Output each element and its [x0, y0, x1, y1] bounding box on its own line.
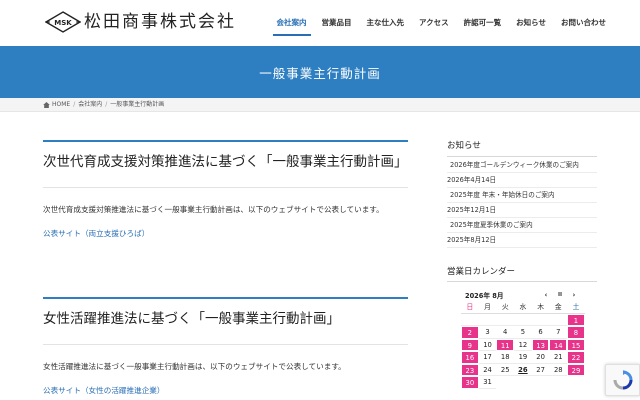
- calendar-empty-cell: [478, 314, 497, 326]
- news-item-date: 2025年8月12日: [447, 233, 597, 248]
- calendar-day: 25: [496, 364, 515, 376]
- weekday-label: 土: [567, 301, 585, 314]
- site-header: MSK 松田商事株式会社 会社案内 営業品目 主な仕入先 アクセス 許認可一覧 …: [0, 0, 640, 46]
- section-top-rule: [43, 297, 408, 299]
- main-nav: 会社案内 営業品目 主な仕入先 アクセス 許認可一覧 お知らせ お問い合わせ: [262, 0, 606, 46]
- weekday-label: 月: [478, 301, 497, 314]
- nav-item-news[interactable]: お知らせ: [516, 0, 546, 46]
- calendar-day: 31: [478, 376, 497, 389]
- recaptcha-badge[interactable]: [605, 364, 640, 396]
- site-logo[interactable]: MSK 松田商事株式会社: [45, 11, 236, 33]
- breadcrumb-parent[interactable]: 会社案内: [78, 98, 102, 112]
- section-top-rule: [43, 140, 408, 142]
- weekday-label: 日: [461, 301, 479, 314]
- calendar-prev-button[interactable]: ‹: [539, 291, 553, 299]
- publication-site-link[interactable]: 公表サイト（女性の活躍推進企業）: [43, 385, 408, 396]
- calendar-day: 12: [514, 339, 532, 351]
- calendar-day: 7: [549, 326, 568, 339]
- page-title: 一般事業主行動計画: [259, 65, 381, 81]
- recaptcha-icon: [613, 370, 632, 390]
- section-divider: [43, 187, 408, 188]
- nav-item-licenses[interactable]: 許認可一覧: [464, 0, 502, 46]
- calendar-day: 29: [567, 363, 585, 376]
- weekday-label: 金: [549, 301, 568, 314]
- section-next-generation: 次世代育成支援対策推進法に基づく「一般事業主行動計画」 次世代育成支援対策推進法…: [43, 140, 408, 239]
- breadcrumb-current: 一般事業主行動計画: [110, 100, 165, 108]
- home-icon: [43, 101, 50, 108]
- news-list: 2026年度ゴールデンウィーク休業のご案内 2026年4月14日 2025年度 …: [447, 158, 597, 248]
- logo-mark-text: MSK: [54, 19, 72, 27]
- weekday-label: 火: [496, 301, 515, 314]
- nav-item-company[interactable]: 会社案内: [272, 0, 311, 46]
- calendar-empty-cell: [514, 314, 532, 326]
- calendar-day: 27: [531, 364, 550, 376]
- news-item-date: 2026年4月14日: [447, 173, 597, 188]
- news-item-date: 2025年12月1日: [447, 203, 597, 218]
- calendar-day: 16: [461, 351, 479, 364]
- calendar-day: 17: [478, 351, 497, 364]
- calendar-day: 11: [496, 338, 515, 351]
- nav-item-suppliers[interactable]: 主な仕入先: [367, 0, 405, 46]
- calendar-day: 5: [514, 326, 532, 339]
- calendar-day: 23: [461, 363, 479, 376]
- news-item-title[interactable]: 2026年度ゴールデンウィーク休業のご案内: [447, 158, 597, 173]
- section-text: 女性活躍推進法に基づく一般事業主行動計画は、以下のウェブサイトで公表しています。: [43, 362, 346, 371]
- calendar-day: 19: [514, 351, 532, 364]
- calendar-day: 6: [531, 326, 550, 339]
- calendar-day: 28: [549, 364, 568, 376]
- news-heading: お知らせ: [447, 141, 481, 151]
- calendar-day: 18: [496, 351, 515, 364]
- calendar-empty-cell: [549, 314, 568, 326]
- breadcrumb-separator: /: [105, 100, 108, 108]
- breadcrumb-separator: /: [73, 100, 76, 108]
- calendar-day: 14: [549, 338, 568, 351]
- calendar-day: 21: [549, 351, 568, 364]
- calendar-day: 4: [496, 326, 515, 339]
- nav-item-access[interactable]: アクセス: [419, 0, 449, 46]
- section-title: 次世代育成支援対策推進法に基づく「一般事業主行動計画」: [43, 154, 408, 170]
- calendar-empty-cell: [496, 314, 515, 326]
- calendar-empty-cell: [531, 314, 550, 326]
- calendar-day: 22: [567, 351, 585, 364]
- publication-site-link[interactable]: 公表サイト（両立支援ひろば）: [43, 228, 408, 239]
- news-item-title[interactable]: 2025年度 年末・年始休日のご案内: [447, 188, 597, 203]
- calendar-heading-rule: [447, 281, 597, 282]
- business-calendar: 2026年 8月 ‹ II › 日 月 火 水 木 金 土 1234567891…: [461, 288, 585, 389]
- calendar-next-button[interactable]: ›: [567, 291, 581, 299]
- calendar-header: 2026年 8月 ‹ II ›: [461, 288, 585, 301]
- breadcrumb-home[interactable]: HOME: [52, 98, 70, 112]
- nav-item-products[interactable]: 営業品目: [322, 0, 352, 46]
- calendar-day: 1: [567, 313, 585, 326]
- calendar-day: 30: [461, 376, 479, 389]
- calendar-heading: 営業日カレンダー: [447, 267, 516, 277]
- calendar-grid: 日 月 火 水 木 金 土 1 2 3 4 5 6 7 8 9 10 11 12 13 14 15 16 17 1…: [461, 301, 585, 389]
- calendar-day: 13: [531, 338, 550, 351]
- calendar-day: 20: [531, 351, 550, 364]
- calendar-day: 10: [478, 339, 497, 351]
- calendar-day: 3: [478, 326, 497, 339]
- section-divider: [43, 344, 408, 345]
- section-title: 女性活躍推進法に基づく「一般事業主行動計画」: [43, 311, 340, 327]
- breadcrumb: HOME / 会社案内 / 一般事業主行動計画: [0, 98, 640, 112]
- section-text: 次世代育成支援対策推進法に基づく一般事業主行動計画は、以下のウェブサイトで公表し…: [43, 205, 384, 214]
- calendar-pause-button[interactable]: II: [553, 292, 567, 298]
- calendar-empty-cell: [461, 314, 479, 326]
- calendar-day: 8: [567, 326, 585, 339]
- calendar-day: 15: [567, 338, 585, 351]
- calendar-day: 2: [461, 326, 479, 339]
- section-women-advancement: 女性活躍推進法に基づく「一般事業主行動計画」 女性活躍推進法に基づく一般事業主行…: [43, 297, 408, 396]
- news-item-title[interactable]: 2025年度夏季休業のご案内: [447, 218, 597, 233]
- calendar-day: 26: [514, 364, 532, 376]
- calendar-day: 9: [461, 338, 479, 351]
- news-heading-rule: [447, 156, 597, 157]
- logo-text: 松田商事株式会社: [84, 12, 236, 32]
- logo-mark-icon: MSK: [45, 11, 81, 33]
- weekday-label: 木: [531, 301, 550, 314]
- weekday-label: 水: [514, 301, 532, 314]
- calendar-month: 2026年 8月: [465, 291, 504, 300]
- page-banner: 一般事業主行動計画: [0, 46, 640, 98]
- calendar-day: 24: [478, 364, 497, 376]
- nav-item-contact[interactable]: お問い合わせ: [561, 0, 606, 46]
